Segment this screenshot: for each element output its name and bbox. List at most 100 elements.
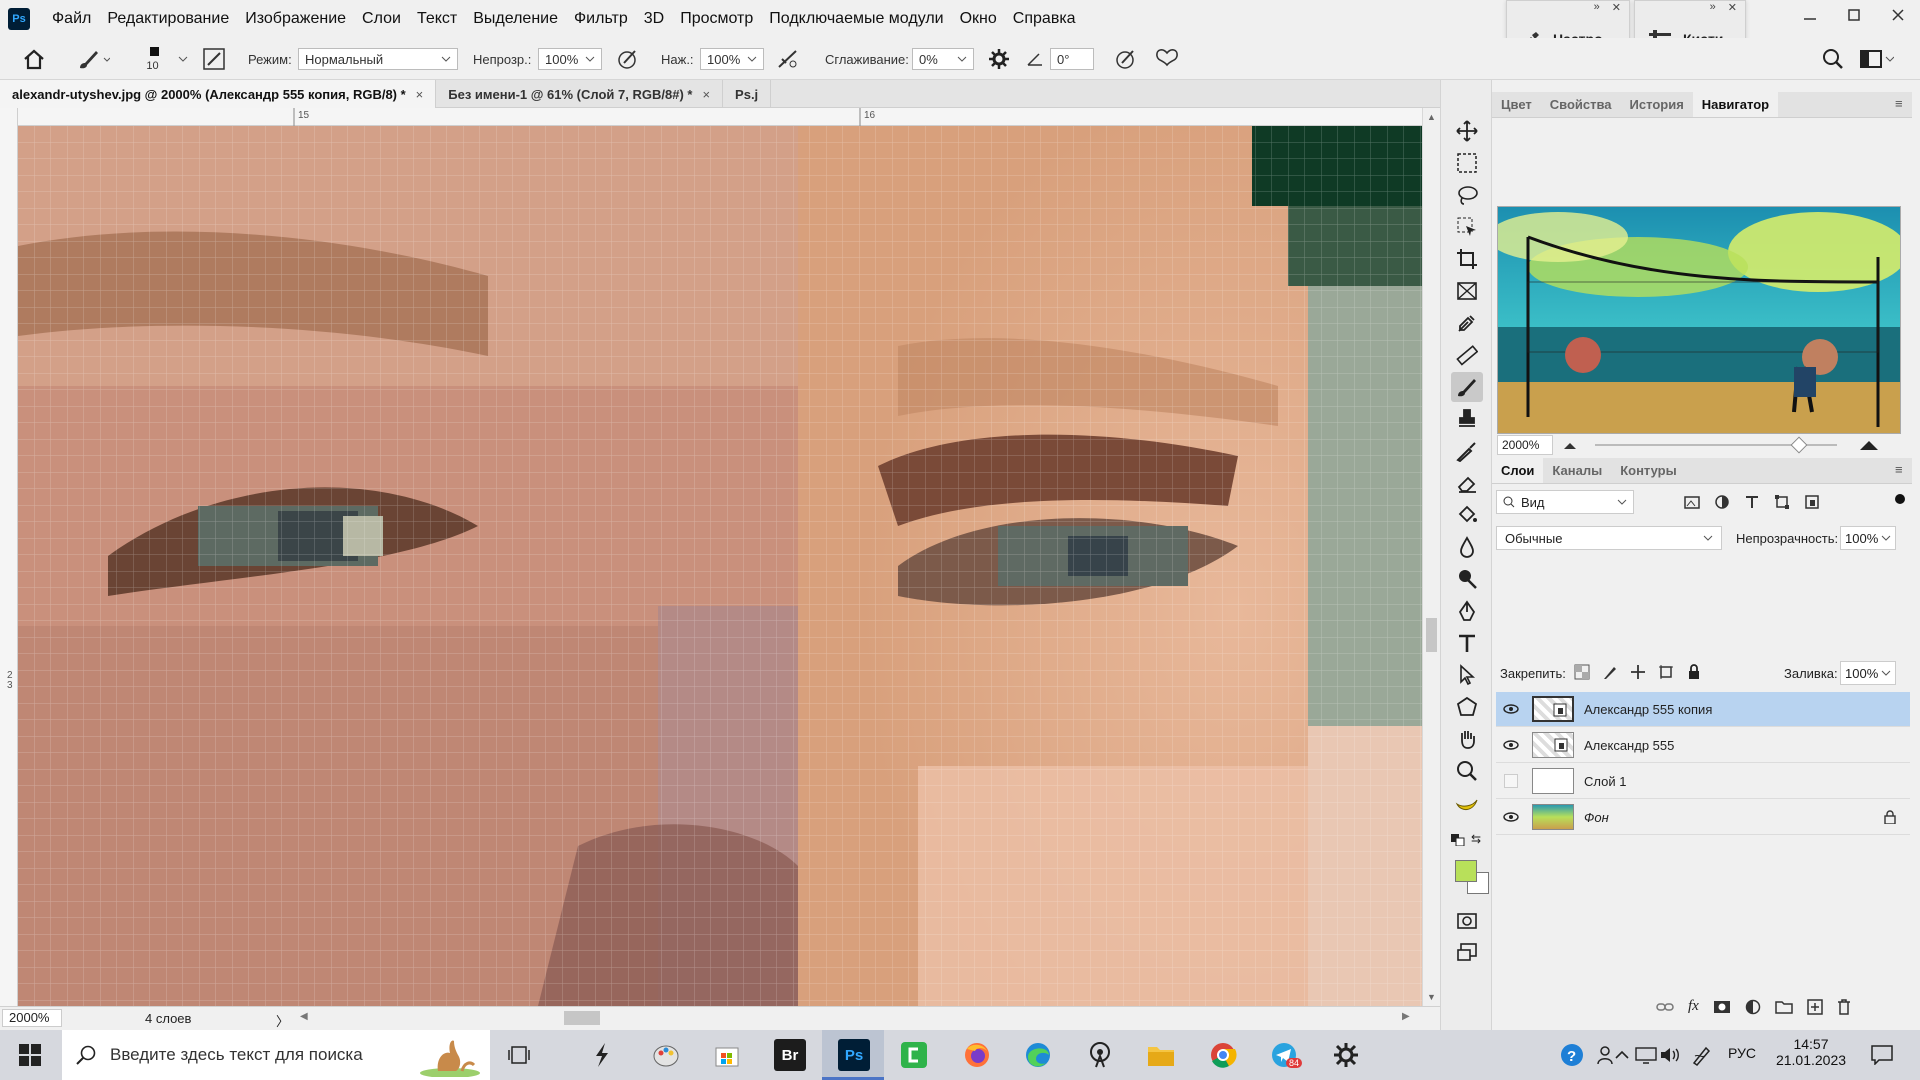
filter-type-icon[interactable]: [1744, 494, 1760, 510]
status-menu-arrow-icon[interactable]: 〉: [276, 1011, 289, 1030]
close-tab-icon[interactable]: ×: [702, 87, 710, 102]
eraser-tool-icon[interactable]: [1451, 468, 1483, 498]
lock-transparent-icon[interactable]: [1574, 664, 1590, 680]
layer-name[interactable]: Александр 555 копия: [1584, 702, 1712, 717]
notifications-icon[interactable]: [1866, 1039, 1898, 1071]
scroll-right-icon[interactable]: ▶: [1402, 1011, 1410, 1022]
foreground-color-swatch[interactable]: [1455, 860, 1477, 882]
filter-pixel-icon[interactable]: [1684, 494, 1700, 510]
zoom-out-mountain-icon[interactable]: [1563, 440, 1577, 450]
brush-size-picker[interactable]: 10: [146, 38, 159, 80]
smoothing-settings-gear-icon[interactable]: [988, 38, 1010, 80]
volume-icon[interactable]: [1654, 1039, 1686, 1071]
screen-mode-icon[interactable]: [1451, 938, 1483, 968]
flow-input[interactable]: 100%: [700, 48, 764, 70]
blend-mode-select[interactable]: Обычные: [1496, 526, 1722, 550]
document-canvas[interactable]: [18, 126, 1422, 1006]
frame-tool-icon[interactable]: [1451, 276, 1483, 306]
smoothing-input[interactable]: 0%: [912, 48, 974, 70]
quick-mask-icon[interactable]: [1451, 906, 1483, 936]
layers-panel-menu-icon[interactable]: ≡: [1895, 462, 1903, 477]
paint-bucket-tool-icon[interactable]: [1451, 500, 1483, 530]
angle-icon[interactable]: [1026, 38, 1044, 80]
bridge-app-icon[interactable]: Br: [774, 1039, 806, 1071]
menu-help[interactable]: Справка: [1005, 0, 1084, 38]
zoom-tool-icon[interactable]: [1451, 756, 1483, 786]
clone-stamp-tool-icon[interactable]: [1451, 404, 1483, 434]
layer-row[interactable]: Александр 555 копия: [1496, 692, 1910, 727]
close-tab-icon[interactable]: ×: [416, 87, 424, 102]
minimize-icon[interactable]: [1788, 0, 1832, 30]
type-tool-icon[interactable]: [1451, 628, 1483, 658]
default-colors-icon[interactable]: [1451, 834, 1465, 846]
object-selection-tool-icon[interactable]: [1451, 212, 1483, 242]
filter-smart-object-icon[interactable]: [1804, 494, 1820, 510]
firefox-app-icon[interactable]: [961, 1039, 993, 1071]
workspace-icon[interactable]: [1860, 38, 1894, 80]
hand-tool-icon[interactable]: [1451, 724, 1483, 754]
menu-plugins[interactable]: Подключаемые модули: [761, 0, 951, 38]
search-icon[interactable]: [1822, 38, 1844, 80]
opacity-input[interactable]: 100%: [538, 48, 602, 70]
camtasia-app-icon[interactable]: [898, 1039, 930, 1071]
link-layers-icon[interactable]: [1656, 1001, 1674, 1013]
eye-hidden-icon[interactable]: [1496, 774, 1526, 788]
menu-layers[interactable]: Слои: [354, 0, 409, 38]
menu-filter[interactable]: Фильтр: [566, 0, 636, 38]
eyedropper-tool-icon[interactable]: [1451, 308, 1483, 338]
menu-window[interactable]: Окно: [952, 0, 1005, 38]
lock-icon[interactable]: [1884, 810, 1896, 824]
shape-tool-icon[interactable]: [1451, 692, 1483, 722]
menu-image[interactable]: Изображение: [237, 0, 354, 38]
new-group-icon[interactable]: [1775, 1000, 1793, 1014]
new-layer-icon[interactable]: [1807, 998, 1823, 1015]
layer-row[interactable]: Слой 1: [1496, 764, 1910, 799]
add-mask-icon[interactable]: [1713, 1000, 1731, 1014]
lock-artboard-icon[interactable]: [1658, 664, 1674, 680]
pressure-size-icon[interactable]: [1114, 38, 1138, 80]
expand-icon[interactable]: »: [1710, 1, 1716, 15]
tab-paths[interactable]: Контуры: [1611, 458, 1686, 483]
lasso-tool-icon[interactable]: [1451, 180, 1483, 210]
tab-untitled[interactable]: Без имени-1 @ 61% (Слой 7, RGB/8#) * ×: [436, 80, 724, 108]
zoom-slider-handle[interactable]: [1790, 436, 1808, 454]
pressure-opacity-icon[interactable]: [616, 38, 640, 80]
navigator-zoom-slider[interactable]: [1595, 436, 1837, 454]
filter-toggle-icon[interactable]: [1895, 494, 1905, 504]
fx-icon[interactable]: fx: [1688, 998, 1699, 1015]
swap-colors-icon[interactable]: ⇆: [1471, 832, 1481, 846]
layer-name[interactable]: Слой 1: [1584, 774, 1626, 789]
lock-position-icon[interactable]: [1630, 664, 1646, 680]
file-explorer-icon[interactable]: [1145, 1039, 1177, 1071]
restore-icon[interactable]: [1832, 0, 1876, 30]
filter-shape-icon[interactable]: [1774, 494, 1790, 510]
store-app-icon[interactable]: [711, 1039, 743, 1071]
crop-tool-icon[interactable]: [1451, 244, 1483, 274]
layer-row[interactable]: Александр 555: [1496, 728, 1910, 763]
vertical-scroll-thumb[interactable]: [1426, 618, 1437, 652]
expand-icon[interactable]: »: [1594, 1, 1600, 15]
delete-layer-icon[interactable]: [1837, 998, 1851, 1015]
layer-name[interactable]: Фон: [1584, 810, 1884, 825]
layer-opacity-input[interactable]: 100%: [1840, 526, 1896, 550]
settings-gear-icon[interactable]: [1330, 1039, 1362, 1071]
eye-icon[interactable]: [1496, 704, 1526, 714]
banana-icon[interactable]: [1451, 788, 1483, 818]
tab-layers[interactable]: Слои: [1492, 458, 1544, 483]
edge-app-icon[interactable]: [1022, 1039, 1054, 1071]
menu-file[interactable]: Файл: [44, 0, 99, 38]
blur-tool-icon[interactable]: [1451, 532, 1483, 562]
vertical-scrollbar[interactable]: ▲ ▼: [1422, 108, 1440, 1006]
horizontal-scroll-thumb[interactable]: [564, 1011, 600, 1025]
chevron-down-icon[interactable]: [178, 38, 188, 80]
symmetry-butterfly-icon[interactable]: [1154, 38, 1180, 80]
filter-adjustment-icon[interactable]: [1714, 494, 1730, 510]
tab-navigator[interactable]: Навигатор: [1692, 92, 1779, 117]
navigator-zoom-field[interactable]: 2000%: [1497, 435, 1553, 455]
scroll-down-icon[interactable]: ▼: [1427, 992, 1436, 1002]
windows-start-icon[interactable]: [14, 1039, 46, 1071]
eye-icon[interactable]: [1496, 812, 1526, 822]
pen-workspace-icon[interactable]: [1686, 1039, 1718, 1071]
layer-filter-select[interactable]: Вид: [1496, 490, 1634, 514]
close-icon[interactable]: ✕: [1612, 1, 1621, 15]
